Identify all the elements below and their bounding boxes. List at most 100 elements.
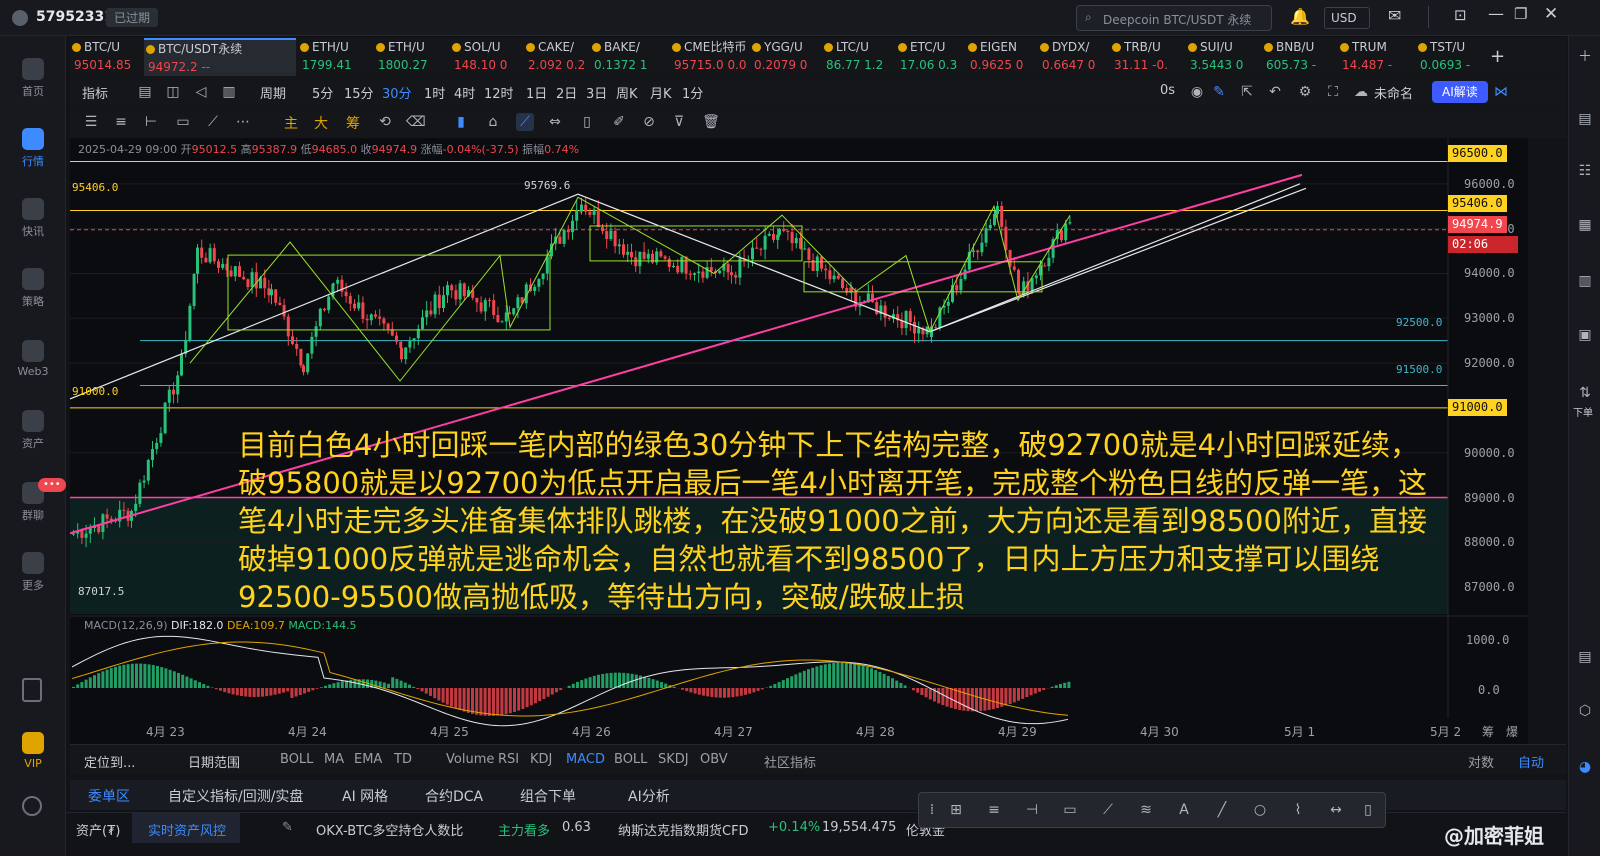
hline-icon[interactable]: ⊣ xyxy=(1023,801,1041,819)
indicator-tab[interactable]: KDJ xyxy=(530,752,552,767)
indicator-button[interactable]: 指标 xyxy=(82,83,108,102)
indicator-tab[interactable]: MACD xyxy=(566,752,605,767)
ticker-tab[interactable]: CAKE/2.092 0.2 xyxy=(524,38,588,76)
ticker-tab[interactable]: LTC/U 86.77 1.2 xyxy=(822,38,894,76)
bot-icon[interactable]: ◕ xyxy=(1576,758,1594,776)
main-button[interactable]: 主 xyxy=(284,113,298,133)
auto-scale-toggle[interactable]: 自动 xyxy=(1518,752,1544,771)
community-indicator[interactable]: 社区指标 xyxy=(764,752,816,771)
nav-news[interactable]: 快讯 xyxy=(0,198,66,239)
ticker-tab[interactable]: BTC/USDT永续 94972.2 -- xyxy=(144,38,296,76)
hlines-icon[interactable]: ≡ xyxy=(112,113,130,131)
layout-name[interactable]: 未命名 xyxy=(1374,83,1413,102)
indicator-tab[interactable]: BOLL xyxy=(280,752,313,767)
period-option[interactable]: 1时 xyxy=(424,83,445,102)
list-icon[interactable]: ☷ xyxy=(1576,162,1594,180)
hline-icon[interactable]: ⊢ xyxy=(142,113,160,131)
ticker-tab[interactable]: CME比特币 95715.0 0.0 xyxy=(670,38,748,76)
ticker-tab[interactable]: EIGEN 0.9625 0 xyxy=(966,38,1036,76)
circle-icon[interactable]: ○ xyxy=(1251,801,1269,819)
ticker-tab[interactable]: ETC/U 17.06 0.3 xyxy=(896,38,964,76)
undo-icon[interactable]: ↶ xyxy=(1266,83,1284,101)
indicator-tab[interactable]: SKDJ xyxy=(658,752,689,767)
nav-more[interactable]: 更多 xyxy=(0,552,66,593)
brush-icon[interactable]: ╱ xyxy=(1213,801,1231,819)
assets-label[interactable]: 资产(₮) xyxy=(76,820,120,839)
calendar-icon[interactable]: ▦ xyxy=(1576,216,1594,234)
period-option[interactable]: 12时 xyxy=(484,83,514,102)
search-input[interactable]: Deepcoin BTC/USDT 永续 xyxy=(1103,11,1251,28)
clipboard-icon[interactable]: ▯ xyxy=(578,113,596,131)
nav-home[interactable]: 首页 xyxy=(0,58,66,99)
bookmark-icon[interactable]: ▮ xyxy=(452,113,470,131)
order-tab[interactable]: 合约DCA xyxy=(425,786,483,806)
vlines-icon[interactable]: ⊞ xyxy=(947,801,965,819)
indicator-tab[interactable]: BOLL xyxy=(614,752,647,767)
replay-icon[interactable]: ◁ xyxy=(192,83,210,101)
period-option[interactable]: 1日 xyxy=(526,83,547,102)
ticker-tab[interactable]: BTC/U 95014.85 xyxy=(70,38,142,76)
log-scale-toggle[interactable]: 对数 xyxy=(1468,752,1494,771)
ticker-tab[interactable]: TRB/U 31.11 -0. xyxy=(1110,38,1184,76)
order-tab[interactable]: 委单区 xyxy=(88,786,130,806)
period-option[interactable]: 5分 xyxy=(312,83,333,102)
candle-type-icon[interactable]: ▥ xyxy=(220,83,238,101)
period-option[interactable]: 3日 xyxy=(586,83,607,102)
measure-icon[interactable]: ↔ xyxy=(1327,801,1345,819)
edit-icon[interactable]: ✎ xyxy=(282,820,293,835)
drag-handle-icon[interactable]: ⁞ xyxy=(923,801,941,819)
avatar[interactable] xyxy=(12,10,28,26)
mail-icon[interactable]: ✉ xyxy=(1388,6,1401,25)
ticker-tab[interactable]: SUI/U 3.5443 0 xyxy=(1186,38,1260,76)
currency-select[interactable]: USD xyxy=(1324,7,1370,29)
ticker-tab[interactable]: TRUM 14.487 - xyxy=(1338,38,1414,76)
period-option[interactable]: 周K xyxy=(616,83,638,102)
magnet-icon[interactable]: ⟲ xyxy=(376,113,394,131)
locate-button[interactable]: 定位到... xyxy=(84,752,135,771)
ticker-tab[interactable]: BAKE/0.1372 1 xyxy=(590,38,668,76)
add-ticker-icon[interactable]: + xyxy=(1490,46,1505,67)
period-menu[interactable]: 周期 xyxy=(260,83,286,102)
camera-icon[interactable]: ◉ xyxy=(1188,83,1206,101)
order-icon[interactable]: ⇅ xyxy=(1576,384,1594,402)
period-option[interactable]: 月K xyxy=(650,83,672,102)
close-icon[interactable]: ✕ xyxy=(1544,4,1558,24)
doc-icon[interactable]: ▤ xyxy=(1576,110,1594,128)
share-network-icon[interactable]: ⋈ xyxy=(1492,83,1510,101)
pattern-icon[interactable]: ⌇ xyxy=(1289,801,1307,819)
date-range-select[interactable]: 日期范围 xyxy=(188,752,240,771)
order-tab[interactable]: 组合下单 xyxy=(520,786,576,806)
eraser-icon[interactable]: ⌫ xyxy=(406,113,426,131)
fib-icon[interactable]: ≋ xyxy=(1137,801,1155,819)
phone-icon[interactable] xyxy=(22,678,42,702)
hlines-icon[interactable]: ≡ xyxy=(985,801,1003,819)
link-icon[interactable]: ⊘ xyxy=(640,113,658,131)
period-option[interactable]: 4时 xyxy=(454,83,475,102)
order-tab[interactable]: AI分析 xyxy=(628,786,670,806)
ticker-tab[interactable]: DYDX/0.6647 0 xyxy=(1038,38,1108,76)
ticker-tab[interactable]: ETH/U 1799.41 xyxy=(298,38,372,76)
ticker-tab[interactable]: ETH/U 1800.27 xyxy=(374,38,448,76)
risk-tab[interactable]: 实时资产风控 xyxy=(132,813,240,843)
news-icon[interactable]: ▥ xyxy=(1576,272,1594,290)
trendline-icon[interactable]: ⟋ xyxy=(1099,801,1117,819)
ticker-tab[interactable]: TST/U 0.0693 - xyxy=(1416,38,1492,76)
indicator-tab[interactable]: MA xyxy=(324,752,344,767)
add-icon[interactable]: ＋ xyxy=(1576,48,1594,66)
period-option[interactable]: 30分 xyxy=(382,83,412,102)
ticker-tab[interactable]: BNB/U 605.73 - xyxy=(1262,38,1336,76)
nav-chat[interactable]: 群聊 ••• xyxy=(0,478,66,523)
bell-icon[interactable]: 🔔 xyxy=(1290,7,1310,26)
share-icon[interactable]: ⇱ xyxy=(1238,83,1256,101)
ticker-tab[interactable]: SOL/U 148.10 0 xyxy=(450,38,522,76)
settings-icon[interactable] xyxy=(22,796,42,816)
indicator-tab[interactable]: OBV xyxy=(700,752,728,767)
indicator-tab[interactable]: RSI xyxy=(498,752,519,767)
ledger-icon[interactable]: ▤ xyxy=(1576,648,1594,666)
rect-icon[interactable]: ▭ xyxy=(1061,801,1079,819)
layout-icon[interactable]: ◫ xyxy=(164,83,182,101)
nav-market[interactable]: 行情 xyxy=(0,128,66,169)
nav-strategy[interactable]: 策略 xyxy=(0,268,66,309)
nav-web3[interactable]: Web3 xyxy=(0,340,66,378)
indicator-tab[interactable]: TD xyxy=(394,752,412,767)
